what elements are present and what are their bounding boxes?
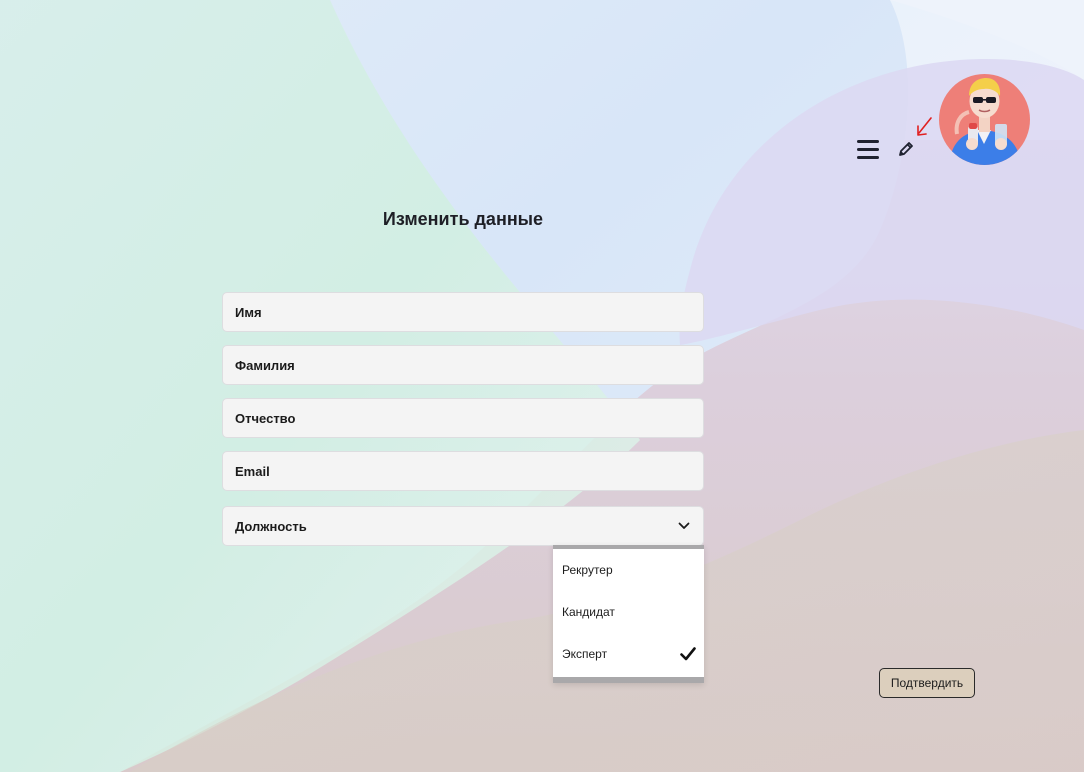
position-option-candidate[interactable]: Кандидат: [553, 591, 704, 633]
hamburger-line: [857, 156, 879, 159]
pencil-icon[interactable]: [897, 140, 915, 158]
first-name-field[interactable]: [222, 292, 704, 332]
user-avatar[interactable]: [939, 74, 1030, 165]
confirm-button[interactable]: Подтвердить: [879, 668, 975, 698]
position-option-expert[interactable]: Эксперт: [553, 633, 704, 675]
option-label: Рекрутер: [562, 563, 613, 577]
hamburger-line: [857, 148, 879, 151]
position-option-recruiter[interactable]: Рекрутер: [553, 549, 704, 591]
edit-profile-page: Изменить данные Должность Рекрутер Канди…: [0, 0, 1084, 772]
red-arrow-icon: [917, 117, 932, 136]
position-select-label: Должность: [235, 518, 307, 534]
avatar-character-icon: [939, 74, 1030, 165]
page-title: Изменить данные: [382, 209, 544, 229]
position-dropdown-menu: Рекрутер Кандидат Эксперт: [553, 545, 704, 683]
middle-name-field[interactable]: [222, 398, 704, 438]
checkmark-icon: [680, 647, 696, 661]
last-name-field[interactable]: [222, 345, 704, 385]
hamburger-line: [857, 140, 879, 143]
menu-button[interactable]: [857, 140, 879, 160]
email-field[interactable]: [222, 451, 704, 491]
option-label: Эксперт: [562, 647, 608, 661]
position-select[interactable]: Должность: [222, 506, 704, 546]
chevron-down-icon: [678, 522, 690, 529]
option-label: Кандидат: [562, 605, 615, 619]
